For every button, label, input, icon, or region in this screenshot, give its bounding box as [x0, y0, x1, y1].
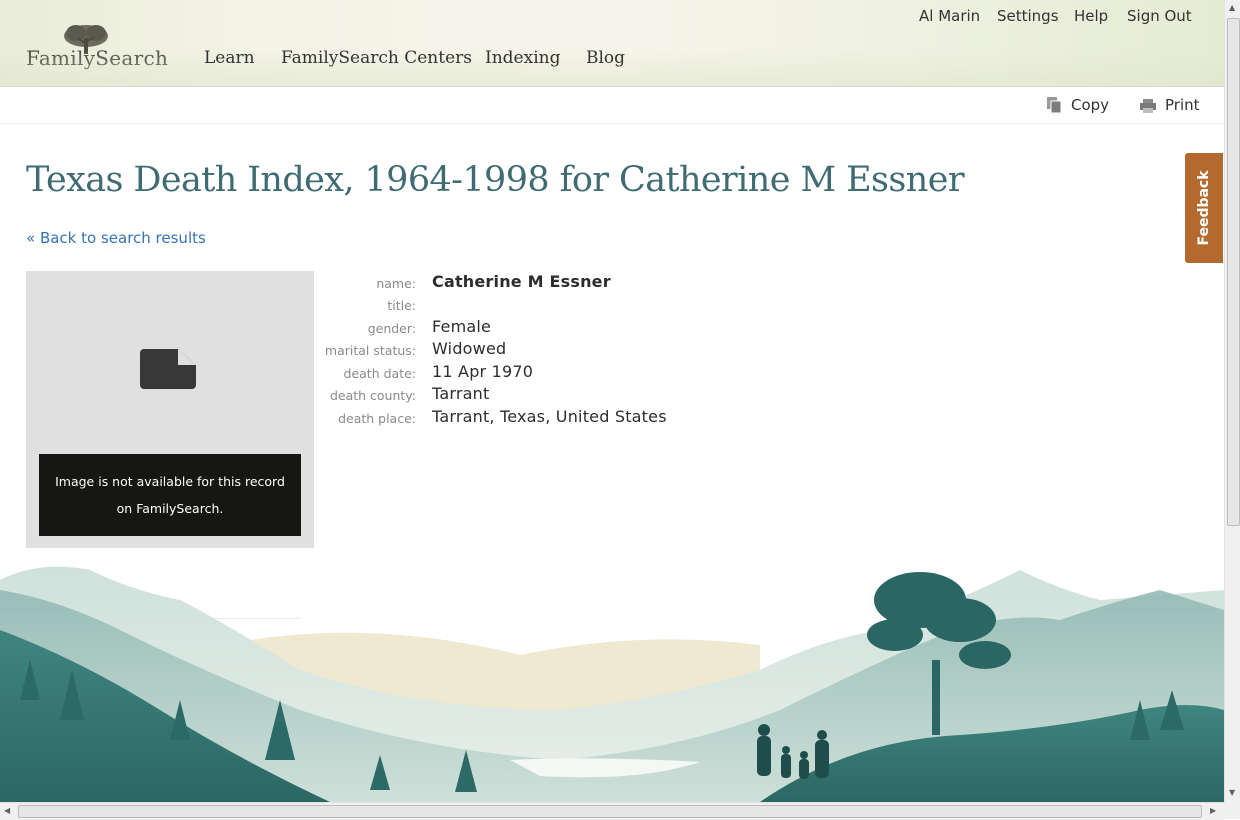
horizontal-scrollbar[interactable]: ◀ ▶	[0, 802, 1224, 820]
copy-button[interactable]: Copy	[1046, 96, 1109, 114]
field-value: Female	[432, 317, 492, 336]
scroll-down-icon[interactable]: ▼	[1229, 788, 1235, 797]
page-title: Texas Death Index, 1964-1998 for Catheri…	[26, 160, 965, 200]
record-toolbar: Copy Print	[0, 86, 1224, 124]
logo-text: FamilySearch	[26, 46, 169, 70]
field-label: death county:	[329, 388, 416, 403]
field-label: marital status:	[324, 343, 416, 358]
site-header: FamilySearch Learn FamilySearch Centers …	[0, 0, 1224, 86]
print-label: Print	[1165, 96, 1200, 114]
vertical-scroll-thumb[interactable]	[1227, 18, 1240, 526]
field-value: Widowed	[432, 339, 507, 358]
field-label: name:	[376, 276, 416, 291]
print-button[interactable]: Print	[1139, 96, 1200, 114]
scroll-right-icon[interactable]: ▶	[1210, 806, 1216, 815]
nav-blog[interactable]: Blog	[586, 48, 625, 68]
field-value: 11 Apr 1970	[432, 362, 534, 381]
field-label: death date:	[343, 366, 416, 381]
field-value: Tarrant, Texas, United States	[432, 407, 667, 426]
scrollbar-corner	[1224, 802, 1240, 819]
scroll-up-icon[interactable]: ▲	[1229, 3, 1235, 12]
nav-familysearch-centers[interactable]: FamilySearch Centers	[281, 48, 472, 68]
tree-logo-icon	[64, 25, 108, 54]
nav-learn[interactable]: Learn	[204, 48, 255, 68]
field-label: gender:	[367, 321, 416, 336]
familysearch-logo[interactable]: FamilySearch	[26, 22, 176, 72]
horizontal-scroll-thumb[interactable]	[18, 805, 1202, 818]
feedback-tab[interactable]: Feedback	[1185, 153, 1223, 263]
user-name-link[interactable]: Al Marin	[919, 7, 980, 25]
copy-label: Copy	[1071, 96, 1110, 114]
field-label: death place:	[338, 411, 416, 426]
back-to-search-results-link[interactable]: « Back to search results	[26, 229, 206, 247]
field-value: Tarrant	[432, 384, 490, 403]
document-icon	[140, 349, 196, 389]
field-value: Catherine M Essner	[432, 272, 611, 291]
sign-out-link[interactable]: Sign Out	[1127, 7, 1192, 25]
scroll-left-icon[interactable]: ◀	[4, 806, 10, 815]
feedback-label: Feedback	[1196, 170, 1212, 246]
nav-indexing[interactable]: Indexing	[485, 48, 560, 68]
landscape-illustration	[0, 566, 1224, 802]
copy-icon	[1047, 97, 1062, 114]
image-unavailable-message: Image is not available for this record o…	[39, 454, 301, 536]
help-link[interactable]: Help	[1074, 7, 1108, 25]
settings-link[interactable]: Settings	[997, 7, 1059, 25]
field-label: title:	[387, 298, 416, 313]
print-icon	[1140, 99, 1156, 113]
vertical-scrollbar[interactable]: ▲ ▼	[1224, 0, 1240, 802]
